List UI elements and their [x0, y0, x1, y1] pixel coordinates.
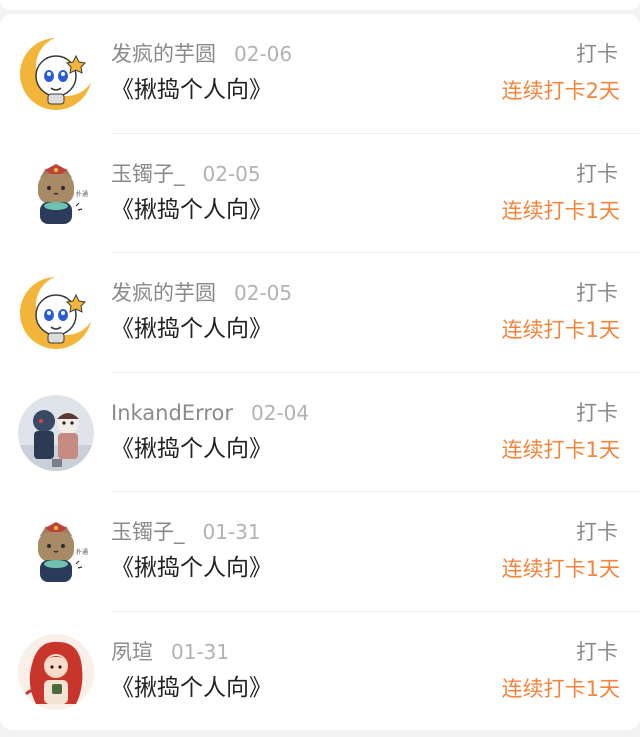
two-characters-icon [18, 394, 94, 471]
checkin-date: 02-06 [234, 42, 293, 66]
checkin-title[interactable]: 《揪捣个人向》 [111, 194, 272, 226]
checkin-page: 发疯的芋圆 02-06 《揪捣个人向》 打卡 连续打卡2天 扑通 玉镯子_ 02… [0, 0, 640, 737]
username[interactable]: 发疯的芋圆 [111, 281, 216, 305]
checkin-type-label: 打卡 [576, 161, 618, 186]
user-avatar[interactable]: 扑通 [18, 155, 94, 232]
checkin-type-label: 打卡 [576, 281, 618, 305]
streak-count: 连续打卡1天 [501, 437, 620, 462]
checkin-type-label: 打卡 [576, 42, 618, 66]
username[interactable]: 玉镯子_ [111, 162, 185, 186]
checkin-date: 02-04 [251, 400, 310, 425]
checkin-title[interactable]: 《揪捣个人向》 [111, 552, 272, 584]
checkin-title[interactable]: 《揪捣个人向》 [111, 313, 272, 345]
username[interactable]: 夙瑄 [111, 640, 153, 664]
checkin-title[interactable]: 《揪捣个人向》 [111, 74, 272, 106]
checkin-title[interactable]: 《揪捣个人向》 [111, 433, 272, 465]
user-avatar[interactable] [18, 275, 94, 351]
user-avatar[interactable] [18, 394, 94, 471]
user-avatar[interactable] [18, 633, 94, 710]
user-avatar[interactable] [18, 36, 94, 112]
checkin-type-label: 打卡 [576, 639, 618, 664]
checkin-item[interactable]: 扑通 玉镯子_ 01-31 《揪捣个人向》 打卡 连续打卡1天 [0, 492, 640, 612]
user-avatar[interactable]: 扑通 [18, 514, 94, 590]
username[interactable]: 玉镯子_ [111, 520, 185, 544]
checkin-date: 01-31 [171, 639, 230, 664]
streak-count: 连续打卡2天 [501, 79, 620, 103]
top-card-edge [0, 0, 640, 10]
checkin-item[interactable]: InkandError 02-04 《揪捣个人向》 打卡 连续打卡1天 [0, 373, 640, 492]
streak-count: 连续打卡1天 [501, 676, 620, 701]
streak-count: 连续打卡1天 [501, 557, 620, 581]
moon-character-icon [18, 36, 94, 112]
username[interactable]: InkandError [111, 401, 233, 425]
username[interactable]: 发疯的芋圆 [111, 42, 216, 66]
svg-text:扑通: 扑通 [76, 190, 88, 198]
cat-icon: 扑通 [18, 155, 94, 232]
checkin-item[interactable]: 发疯的芋圆 02-05 《揪捣个人向》 打卡 连续打卡1天 [0, 253, 640, 373]
red-hair-character-icon [18, 633, 94, 710]
cat-icon: 扑通 [18, 514, 94, 590]
checkin-title[interactable]: 《揪捣个人向》 [111, 672, 272, 704]
checkin-type-label: 打卡 [576, 400, 618, 425]
checkin-type-label: 打卡 [576, 520, 618, 544]
streak-count: 连续打卡1天 [501, 318, 620, 342]
checkin-date: 01-31 [202, 520, 261, 544]
svg-text:扑通: 扑通 [76, 548, 88, 556]
checkin-date: 02-05 [202, 161, 261, 186]
checkin-item[interactable]: 夙瑄 01-31 《揪捣个人向》 打卡 连续打卡1天 [0, 612, 640, 731]
moon-character-icon [18, 275, 94, 351]
checkin-date: 02-05 [234, 281, 293, 305]
checkin-list: 发疯的芋圆 02-06 《揪捣个人向》 打卡 连续打卡2天 扑通 玉镯子_ 02… [0, 14, 640, 730]
streak-count: 连续打卡1天 [501, 198, 620, 223]
checkin-item[interactable]: 扑通 玉镯子_ 02-05 《揪捣个人向》 打卡 连续打卡1天 [0, 134, 640, 253]
checkin-item[interactable]: 发疯的芋圆 02-06 《揪捣个人向》 打卡 连续打卡2天 [0, 14, 640, 134]
